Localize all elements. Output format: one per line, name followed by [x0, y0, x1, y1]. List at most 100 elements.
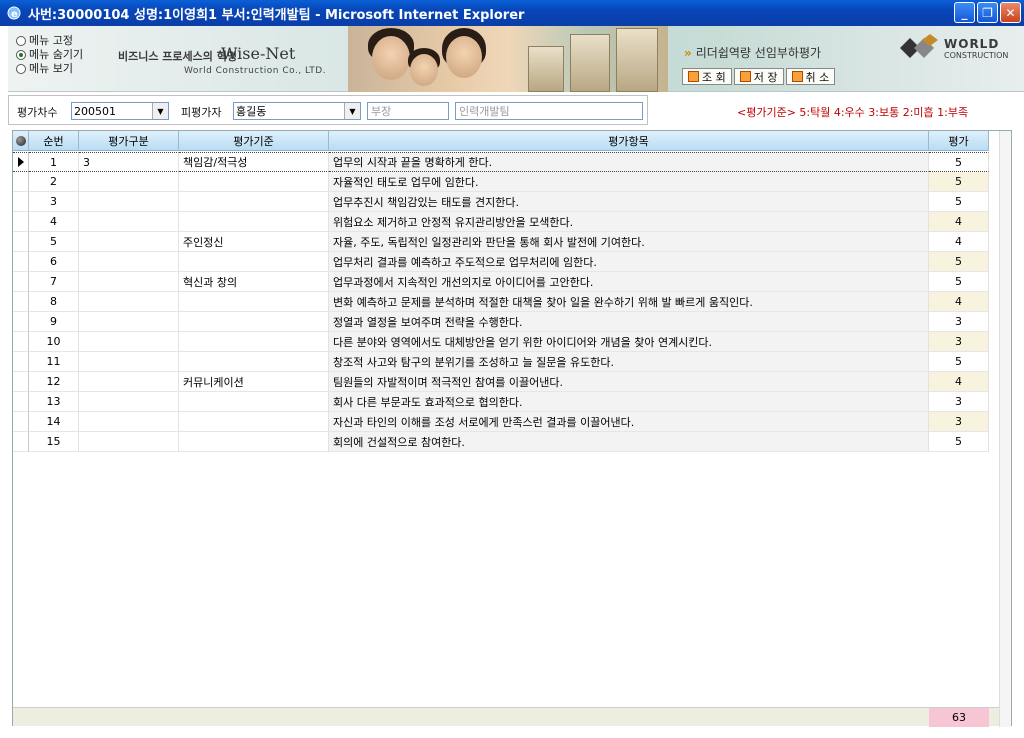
cell-no: 13	[29, 392, 79, 412]
cancel-icon	[791, 71, 803, 82]
row-indicator[interactable]	[13, 352, 29, 372]
cell-item: 변화 예측하고 문제를 분석하며 적절한 대책을 찾아 일을 완수하기 위해 발…	[329, 292, 929, 312]
cell-category	[79, 192, 179, 212]
cell-score[interactable]: 5	[929, 172, 989, 192]
row-indicator[interactable]	[13, 212, 29, 232]
row-indicator[interactable]	[13, 312, 29, 332]
cell-item: 자율적인 태도로 업무에 임한다.	[329, 172, 929, 192]
menu-option-hide[interactable]: 메뉴 숨기기	[16, 48, 83, 62]
row-indicator[interactable]	[13, 272, 29, 292]
row-indicator[interactable]	[13, 292, 29, 312]
cell-no: 6	[29, 252, 79, 272]
cell-category	[79, 332, 179, 352]
window-title: 사번:30000104 성명:1이영희1 부서:인력개발팀 - Microsof…	[28, 7, 525, 23]
vertical-scrollbar[interactable]	[999, 131, 1011, 727]
row-indicator[interactable]	[13, 192, 29, 212]
cancel-button[interactable]: 취 소	[785, 68, 836, 85]
table-row[interactable]: 2 자율적인 태도로 업무에 임한다. 5	[13, 172, 989, 192]
cell-score[interactable]: 5	[929, 152, 989, 172]
row-indicator[interactable]	[13, 432, 29, 452]
table-row[interactable]: 11 창조적 사고와 탐구의 분위기를 조성하고 늘 질문을 유도한다. 5	[13, 352, 989, 372]
cell-score[interactable]: 5	[929, 432, 989, 452]
header-dot-icon	[15, 136, 26, 146]
row-indicator[interactable]	[13, 332, 29, 352]
logo-mark-icon	[900, 34, 940, 62]
svg-text:e: e	[11, 9, 18, 20]
close-button[interactable]: ✕	[1000, 2, 1021, 23]
cell-score[interactable]: 4	[929, 292, 989, 312]
column-header-no[interactable]: 순번	[29, 131, 79, 151]
cell-score[interactable]: 3	[929, 412, 989, 432]
chevron-down-icon[interactable]: ▼	[152, 103, 168, 119]
row-indicator[interactable]	[13, 372, 29, 392]
cell-score[interactable]: 3	[929, 392, 989, 412]
query-button[interactable]: 조 회	[682, 68, 732, 85]
cell-criterion	[179, 332, 329, 352]
minimize-button[interactable]: _	[954, 2, 975, 23]
cell-score[interactable]: 3	[929, 312, 989, 332]
cell-category	[79, 392, 179, 412]
cell-category	[79, 312, 179, 332]
row-indicator[interactable]	[13, 392, 29, 412]
table-row[interactable]: 1 3 책임감/적극성 업무의 시작과 끝을 명확하게 한다. 5	[13, 152, 989, 172]
menu-option-show[interactable]: 메뉴 보기	[16, 62, 83, 76]
table-row[interactable]: 6 업무처리 결과를 예측하고 주도적으로 업무처리에 임한다. 5	[13, 252, 989, 272]
column-header-score[interactable]: 평가	[929, 131, 989, 151]
cell-no: 14	[29, 412, 79, 432]
table-row[interactable]: 7 혁신과 창의 업무과정에서 지속적인 개선의지로 아이디어를 고안한다. 5	[13, 272, 989, 292]
row-indicator[interactable]	[13, 252, 29, 272]
table-row[interactable]: 12 커뮤니케이션 팀원들의 자발적이며 적극적인 참여를 이끌어낸다. 4	[13, 372, 989, 392]
cell-score[interactable]: 4	[929, 212, 989, 232]
period-select[interactable]: 200501 ▼	[71, 102, 169, 120]
menu-option-fixed[interactable]: 메뉴 고정	[16, 34, 83, 48]
radio-icon[interactable]	[16, 36, 26, 46]
cell-criterion	[179, 412, 329, 432]
table-row[interactable]: 14 자신과 타인의 이해를 조성 서로에게 만족스런 결과를 이끌어낸다. 3	[13, 412, 989, 432]
cell-criterion: 커뮤니케이션	[179, 372, 329, 392]
table-row[interactable]: 13 회사 다른 부문과도 효과적으로 협의한다. 3	[13, 392, 989, 412]
radio-selected-icon[interactable]	[16, 50, 26, 60]
row-indicator[interactable]	[13, 412, 29, 432]
grid-header: 순번 평가구분 평가기준 평가항목 평가	[13, 131, 989, 151]
column-header-category[interactable]: 평가구분	[79, 131, 179, 151]
chevron-down-icon[interactable]: ▼	[344, 103, 360, 119]
cell-item: 회의에 건설적으로 참여한다.	[329, 432, 929, 452]
cell-score[interactable]: 4	[929, 372, 989, 392]
row-indicator[interactable]	[13, 152, 29, 172]
table-row[interactable]: 4 위험요소 제거하고 안정적 유지관리방안을 모색한다. 4	[13, 212, 989, 232]
cell-score[interactable]: 5	[929, 352, 989, 372]
cell-score[interactable]: 5	[929, 272, 989, 292]
cell-criterion: 혁신과 창의	[179, 272, 329, 292]
cell-no: 1	[29, 152, 79, 172]
cell-no: 5	[29, 232, 79, 252]
table-row[interactable]: 9 정열과 열정을 보여주며 전략을 수행한다. 3	[13, 312, 989, 332]
brand-name: Wise-Net	[221, 44, 296, 63]
evaluatee-select[interactable]: 홍길동 ▼	[233, 102, 361, 120]
cell-score[interactable]: 5	[929, 192, 989, 212]
row-indicator[interactable]	[13, 232, 29, 252]
cell-no: 7	[29, 272, 79, 292]
cell-category	[79, 232, 179, 252]
cell-category	[79, 212, 179, 232]
cell-score[interactable]: 3	[929, 332, 989, 352]
cell-no: 15	[29, 432, 79, 452]
table-row[interactable]: 10 다른 분야와 영역에서도 대체방안을 얻기 위한 아이디어와 개념을 찾아 …	[13, 332, 989, 352]
column-indicator	[13, 131, 29, 151]
cell-category	[79, 252, 179, 272]
cell-score[interactable]: 4	[929, 232, 989, 252]
table-row[interactable]: 15 회의에 건설적으로 참여한다. 5	[13, 432, 989, 452]
cell-score[interactable]: 5	[929, 252, 989, 272]
column-header-item[interactable]: 평가항목	[329, 131, 929, 151]
row-indicator[interactable]	[13, 172, 29, 192]
table-row[interactable]: 3 업무추진시 책임감있는 태도를 견지한다. 5	[13, 192, 989, 212]
cell-no: 2	[29, 172, 79, 192]
table-row[interactable]: 5 주인정신 자율, 주도, 독립적인 일정관리와 판단을 통해 회사 발전에 기여…	[13, 232, 989, 252]
save-icon	[739, 71, 751, 82]
save-button[interactable]: 저 장	[733, 68, 784, 85]
banner-title: » 리더쉽역량 선임부하평가	[684, 45, 822, 61]
column-header-criterion[interactable]: 평가기준	[179, 131, 329, 151]
restore-button[interactable]: ❐	[977, 2, 998, 23]
radio-icon[interactable]	[16, 64, 26, 74]
cell-item: 업무과정에서 지속적인 개선의지로 아이디어를 고안한다.	[329, 272, 929, 292]
table-row[interactable]: 8 변화 예측하고 문제를 분석하며 적절한 대책을 찾아 일을 완수하기 위해 …	[13, 292, 989, 312]
